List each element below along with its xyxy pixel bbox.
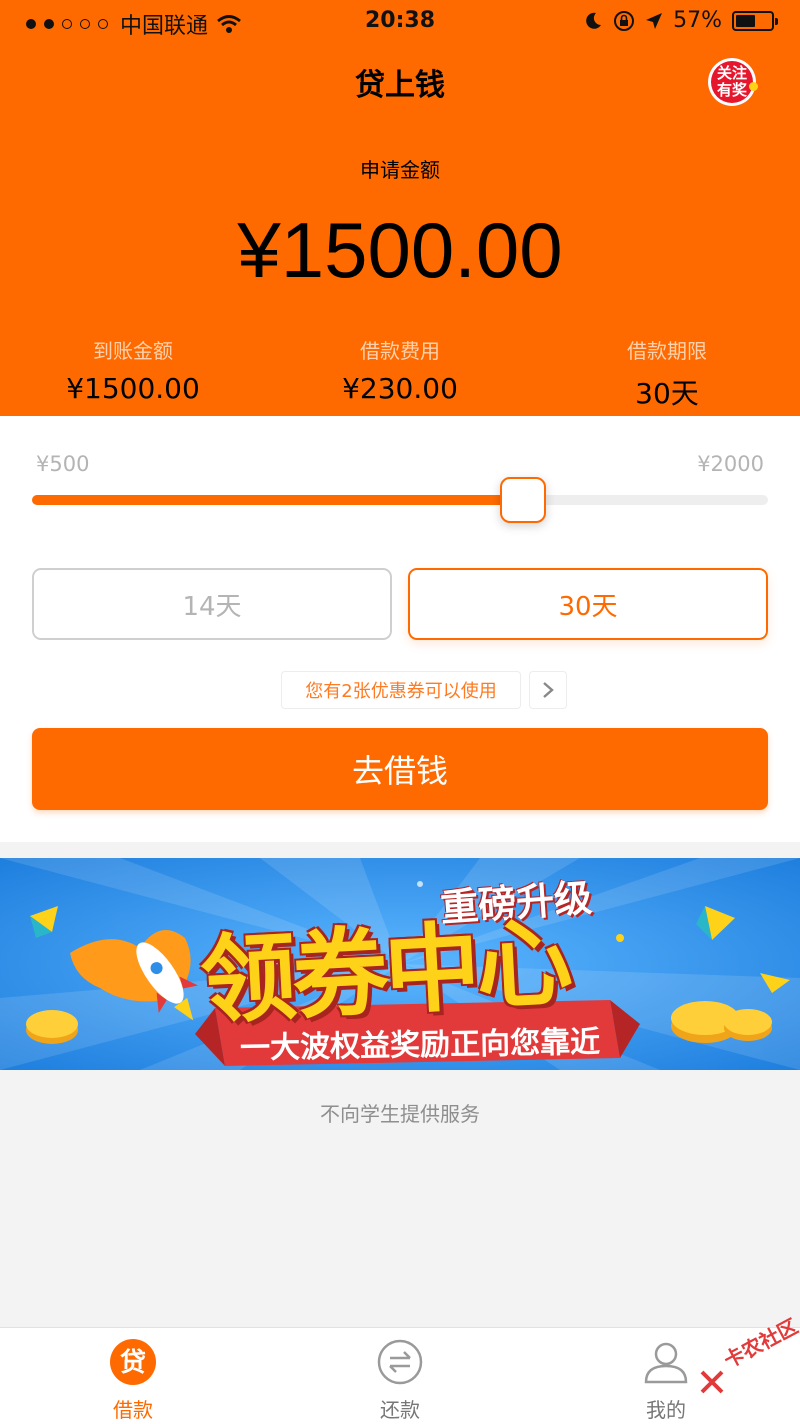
coupon-arrow-button[interactable] [529,671,567,709]
rotation-lock-icon [614,10,635,31]
stat-loan-term: 借款期限 30天 [534,335,800,412]
stat-received-amount: 到账金额 ¥1500.00 [0,335,266,405]
stat-value: ¥1500.00 [66,372,200,405]
coupon-notice[interactable]: 您有2张优惠券可以使用 [281,671,521,709]
chevron-right-icon [543,682,554,698]
coupon-center-banner[interactable]: 重磅升级 领券中心 一大波权益奖励正向您靠近 [0,858,800,1070]
term-option-14-days[interactable]: 14天 [32,568,392,640]
stat-label: 借款费用 [360,339,440,363]
status-bar: 中国联通 20:38 57% [0,0,800,42]
site-watermark: 卡农社区 [700,1314,800,1410]
slider-min-label: ¥500 [36,452,90,476]
watermark-text: 卡农社区 [719,1313,800,1373]
slider-max-label: ¥2000 [697,452,764,476]
tab-repay[interactable]: 还款 [340,1338,460,1423]
student-service-notice: 不向学生提供服务 [320,1102,480,1126]
tab-borrow[interactable]: 贷 借款 [73,1338,193,1423]
amount-label: 申请金额 [360,158,440,182]
tab-label: 还款 [380,1398,420,1422]
tab-label: 借款 [113,1398,153,1422]
amount-slider-fill [32,495,523,505]
status-right-group: 57% [583,8,778,33]
page-title: 贷上钱 [355,68,445,103]
loan-icon: 贷 [110,1339,156,1385]
svg-text:贷: 贷 [120,1347,146,1378]
stat-label: 借款期限 [627,339,707,363]
banner-ribbon-text: 一大波权益奖励正向您靠近 [239,1024,601,1067]
follow-reward-text: 关注有奖 [716,64,747,99]
stat-label: 到账金额 [93,339,173,363]
moon-icon [586,12,602,29]
amount-slider-thumb[interactable] [499,477,546,523]
follow-reward-badge[interactable]: 关注有奖 [708,58,758,106]
battery-percent: 57% [673,8,722,33]
profile-icon [644,1342,688,1384]
stat-value: ¥230.00 [342,372,458,405]
stat-loan-fee: 借款费用 ¥230.00 [267,335,533,405]
location-icon [646,12,663,29]
repay-icon [377,1339,423,1385]
watermark-logo-icon [700,1370,724,1394]
stat-value: 30天 [635,377,699,410]
battery-level [736,14,755,27]
loan-amount: ¥1500.00 [237,206,563,294]
term-option-30-days[interactable]: 30天 [408,568,768,640]
borrow-button[interactable]: 去借钱 [32,728,768,810]
battery-icon [732,10,778,31]
